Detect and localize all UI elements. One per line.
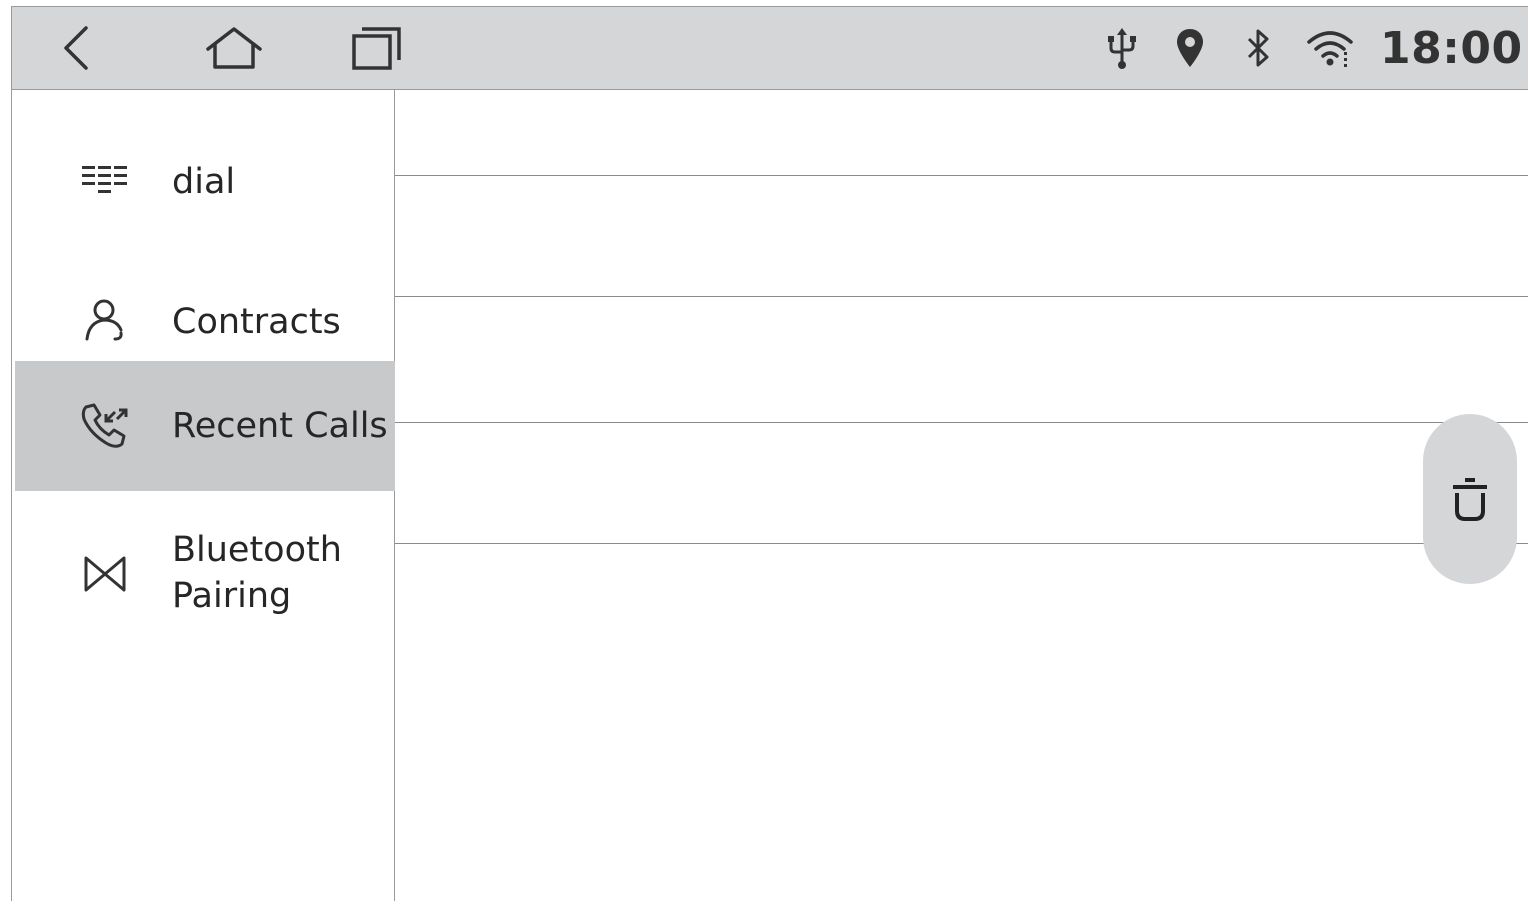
sidebar-item-label: Recent Calls <box>172 406 388 446</box>
list-item[interactable] <box>395 297 1528 422</box>
call-list <box>395 90 1528 901</box>
sidebar-item-dial[interactable]: dial <box>15 140 395 225</box>
recents-button[interactable] <box>337 7 417 89</box>
back-button[interactable] <box>50 7 100 89</box>
sidebar: dial Contracts Recent Calls Bluetooth Pa… <box>12 90 395 901</box>
list-item[interactable] <box>395 90 1528 175</box>
sidebar-item-label-line2: Pairing <box>172 576 292 616</box>
sidebar-item-contracts[interactable]: Contracts <box>15 280 395 365</box>
list-item[interactable] <box>395 176 1528 296</box>
status-bar: 18:00 <box>12 7 1528 90</box>
usb-icon <box>1102 7 1142 89</box>
trash-icon <box>1453 478 1487 521</box>
sidebar-item-label: Contracts <box>172 302 341 342</box>
sidebar-item-recent-calls[interactable]: Recent Calls <box>15 361 395 491</box>
call-log-icon <box>75 396 135 456</box>
list-divider <box>395 543 1528 544</box>
list-item[interactable] <box>395 423 1528 543</box>
clock: 18:00 <box>1380 22 1523 74</box>
home-icon <box>206 27 262 69</box>
chevron-left-icon <box>64 26 88 70</box>
phone-app-screen: 18:00 dial Contracts Recent Calls Blueto… <box>0 0 1528 901</box>
sidebar-item-bluetooth-pairing[interactable]: Bluetooth Pairing <box>15 528 395 628</box>
location-icon <box>1170 7 1210 89</box>
delete-button[interactable] <box>1423 414 1517 584</box>
wifi-icon <box>1304 7 1356 89</box>
home-button[interactable] <box>190 7 278 89</box>
recents-icon <box>352 27 401 70</box>
bluetooth-pairing-icon <box>75 544 135 604</box>
dialpad-icon <box>75 152 135 212</box>
person-icon <box>75 292 135 352</box>
bluetooth-icon <box>1238 7 1278 89</box>
sidebar-item-label-line1: Bluetooth <box>172 530 342 570</box>
sidebar-item-label: dial <box>172 162 236 202</box>
